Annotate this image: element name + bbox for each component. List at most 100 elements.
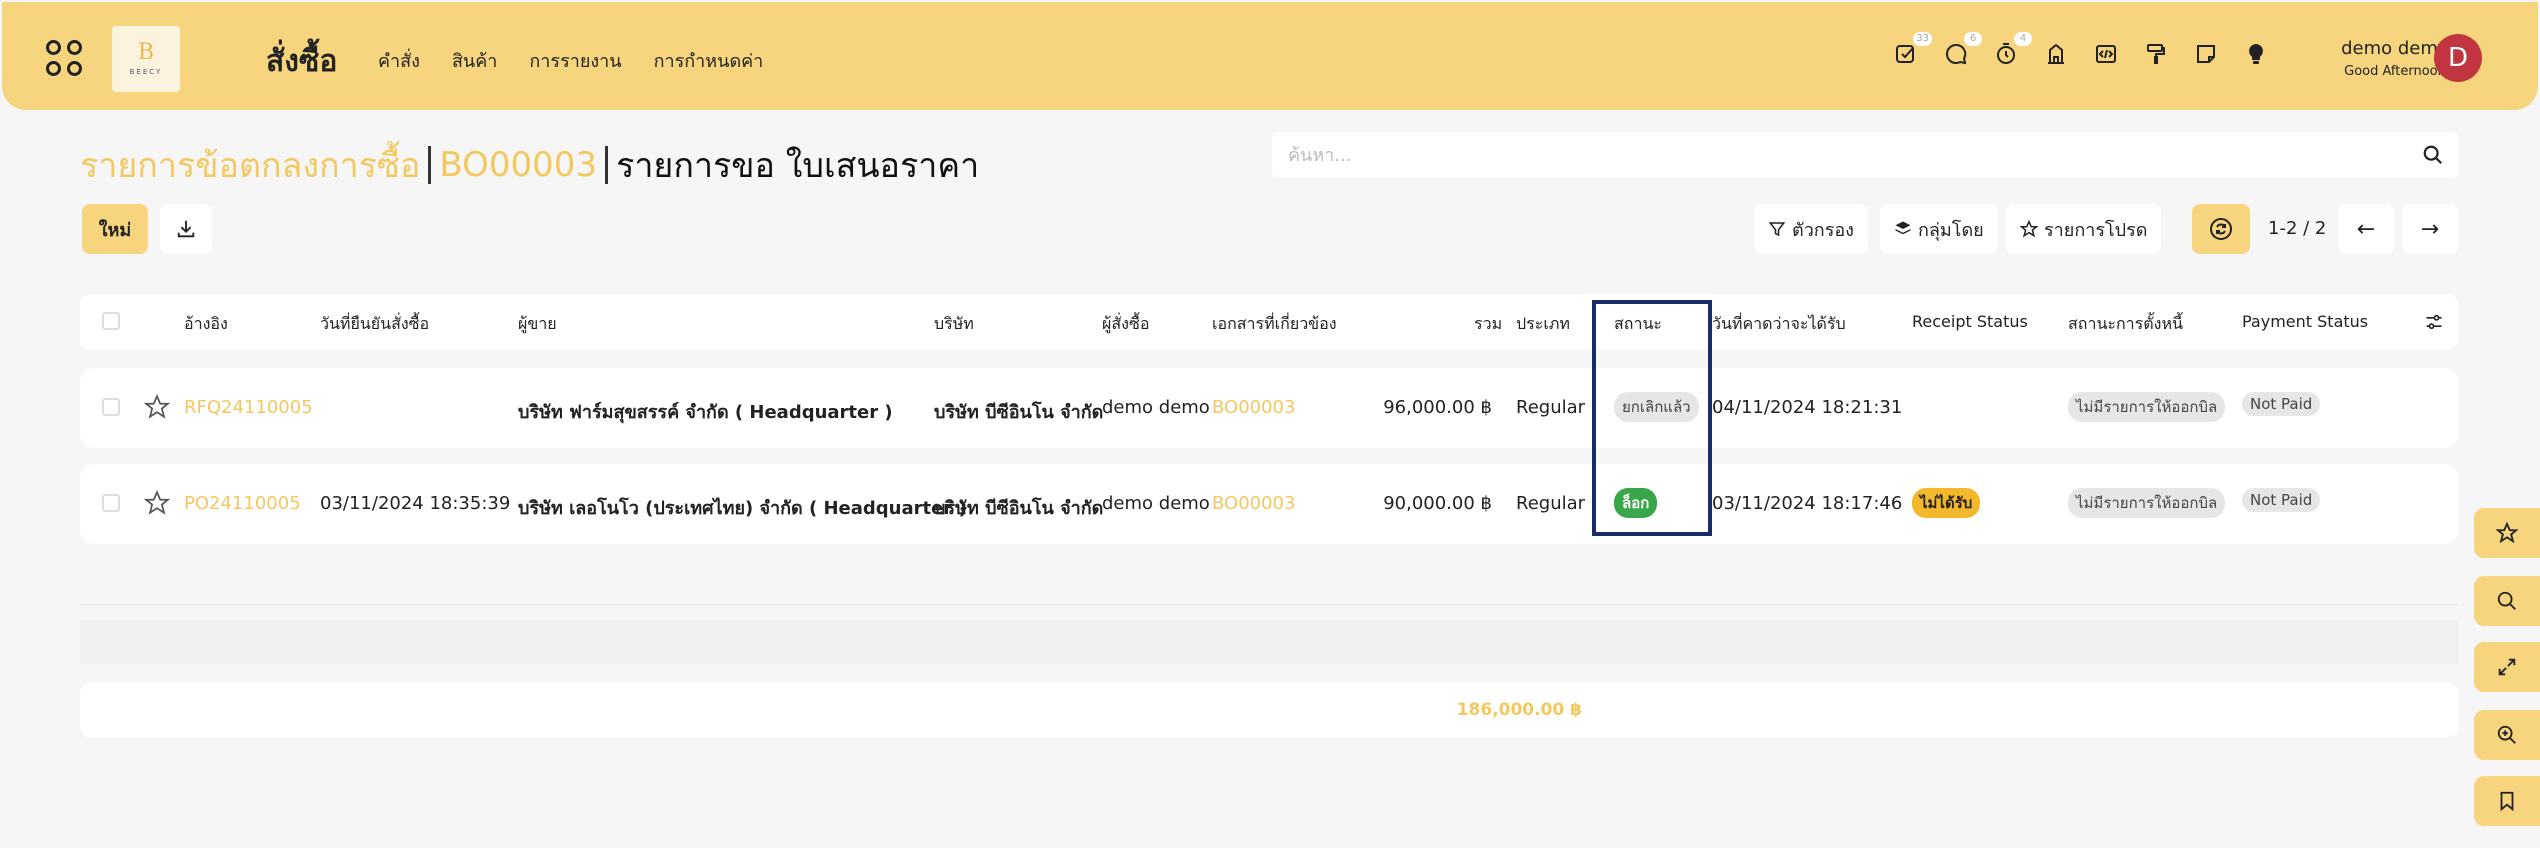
select-all-checkbox[interactable] xyxy=(102,312,120,330)
app-title[interactable]: สั่งซื้อ xyxy=(266,38,337,85)
breadcrumb-purchase-agreements[interactable]: รายการข้อตกลงการซื้อ xyxy=(80,138,420,192)
filter-button[interactable]: ตัวกรอง xyxy=(1754,204,1868,254)
paint-roller-icon[interactable] xyxy=(2144,42,2168,66)
receipt-status-badge: ไม่ได้รับ xyxy=(1912,488,1981,518)
note-icon[interactable] xyxy=(2194,42,2218,66)
cell-company: บริษัท บีซีอินโน จำกัด xyxy=(934,498,1104,519)
company-logo[interactable]: B BEECY xyxy=(112,26,180,92)
star-icon[interactable] xyxy=(144,490,170,516)
pager-next-button[interactable]: → xyxy=(2402,204,2458,254)
activity-count-badge: 33 xyxy=(1913,32,1932,46)
menu-item-reporting[interactable]: การรายงาน xyxy=(529,46,621,75)
expand-icon xyxy=(2498,658,2516,676)
building-icon[interactable] xyxy=(2044,42,2068,66)
favorites-button[interactable]: รายการโปรด xyxy=(2006,204,2162,254)
table-row[interactable]: PO24110005 03/11/2024 18:35:39 บริษัท เล… xyxy=(80,464,2458,544)
breadcrumb-agreement-ref[interactable]: BO00003 xyxy=(439,145,597,185)
column-header-reference[interactable]: อ้างอิง xyxy=(184,312,228,337)
side-favorite-button[interactable] xyxy=(2474,508,2540,558)
messages-count-badge: 6 xyxy=(1964,32,1982,46)
table-row[interactable]: RFQ24110005 บริษัท ฟาร์มสุขสรรค์ จำกัด (… xyxy=(80,368,2458,448)
filter-label: ตัวกรอง xyxy=(1792,219,1854,241)
group-by-button[interactable]: กลุ่มโดย xyxy=(1880,204,1998,254)
star-icon[interactable] xyxy=(144,394,170,420)
cell-total: 90,000.00 ฿ xyxy=(1383,493,1492,514)
top-navbar: B BEECY สั่งซื้อ คำสั่ง สินค้า การรายงาน… xyxy=(2,2,2538,110)
column-header-payment-status[interactable]: Payment Status xyxy=(2242,312,2368,331)
side-expand-button[interactable] xyxy=(2474,642,2540,692)
menu-item-products[interactable]: สินค้า xyxy=(452,46,497,75)
apps-menu-icon[interactable] xyxy=(46,40,82,76)
column-header-company[interactable]: บริษัท xyxy=(934,312,974,337)
table-header: อ้างอิง วันที่ยืนยันสั่งซื้อ ผู้ขาย บริษ… xyxy=(80,294,2458,350)
column-header-vendor[interactable]: ผู้ขาย xyxy=(518,312,557,337)
cell-source-document[interactable]: BO00003 xyxy=(1212,397,1295,418)
breadcrumb-separator xyxy=(428,146,432,184)
column-header-billing-status[interactable]: สถานะการตั้งหนี้ xyxy=(2068,312,2183,337)
column-header-buyer[interactable]: ผู้สั่งซื้อ xyxy=(1102,312,1149,337)
search-icon[interactable] xyxy=(2422,144,2444,166)
payment-status-badge: Not Paid xyxy=(2242,392,2321,416)
cell-vendor: บริษัท ฟาร์มสุขสรรค์ จำกัด ( Headquarter… xyxy=(518,402,893,423)
star-icon xyxy=(2020,220,2038,238)
cell-reference[interactable]: RFQ24110005 xyxy=(184,397,313,418)
new-button[interactable]: ใหม่ xyxy=(82,204,148,254)
column-header-total[interactable]: รวม xyxy=(1474,312,1502,337)
timer-icon[interactable]: 4 xyxy=(1994,32,2032,66)
logo-text: BEECY xyxy=(129,68,163,76)
refresh-button[interactable] xyxy=(2192,204,2250,254)
pager-value[interactable]: 1-2 / 2 xyxy=(2268,218,2326,239)
side-bookmark-button[interactable] xyxy=(2474,776,2540,826)
breadcrumb: รายการข้อตกลงการซื้อ BO00003 รายการขอ ใบ… xyxy=(80,138,979,192)
arrow-left-icon: ← xyxy=(2356,216,2376,242)
cell-confirm-date: 03/11/2024 18:35:39 xyxy=(320,493,511,514)
search-input[interactable] xyxy=(1288,132,2388,178)
download-icon xyxy=(177,220,195,238)
messages-icon[interactable]: 6 xyxy=(1944,32,1982,66)
search-bar xyxy=(1272,132,2458,178)
avatar[interactable]: D xyxy=(2434,34,2482,82)
refresh-icon xyxy=(2210,218,2232,240)
cell-vendor: บริษัท เลอโนโว (ประเทศไทย) จำกัด ( Headq… xyxy=(518,498,967,519)
column-header-confirm-date[interactable]: วันที่ยืนยันสั่งซื้อ xyxy=(320,312,429,337)
menu-item-orders[interactable]: คำสั่ง xyxy=(378,46,420,75)
lightbulb-icon[interactable] xyxy=(2244,42,2268,66)
group-by-label: กลุ่มโดย xyxy=(1918,219,1984,241)
timer-count-badge: 4 xyxy=(2014,32,2032,46)
pager-previous-button[interactable]: ← xyxy=(2338,204,2394,254)
menu-item-configuration[interactable]: การกำหนดค่า xyxy=(654,46,764,75)
favorites-label: รายการโปรด xyxy=(2044,219,2148,241)
zoom-in-icon xyxy=(2497,725,2516,744)
payment-status-badge: Not Paid xyxy=(2242,488,2321,512)
layers-icon xyxy=(1895,221,1911,235)
cell-total: 96,000.00 ฿ xyxy=(1383,397,1492,418)
cell-type: Regular xyxy=(1516,493,1586,514)
cell-company: บริษัท บีซีอินโน จำกัด xyxy=(934,402,1104,423)
cell-source-document[interactable]: BO00003 xyxy=(1212,493,1295,514)
cell-expected-date: 04/11/2024 18:21:31 xyxy=(1712,397,1903,418)
column-header-expected-date[interactable]: วันที่คาดว่าจะได้รับ xyxy=(1712,312,1846,337)
row-checkbox[interactable] xyxy=(102,494,120,512)
status-column-highlight xyxy=(1592,300,1712,536)
main-menu: คำสั่ง สินค้า การรายงาน การกำหนดค่า xyxy=(378,46,763,75)
logo-letter: B xyxy=(137,40,155,65)
column-header-receipt-status[interactable]: Receipt Status xyxy=(1912,312,2028,331)
side-search-button[interactable] xyxy=(2474,576,2540,626)
activity-icon[interactable]: 33 xyxy=(1894,32,1932,66)
billing-status-badge: ไม่มีรายการให้ออกบิล xyxy=(2068,488,2226,518)
column-header-source-document[interactable]: เอกสารที่เกี่ยวข้อง xyxy=(1212,312,1337,337)
side-zoom-button[interactable] xyxy=(2474,710,2540,760)
column-header-type[interactable]: ประเภท xyxy=(1516,312,1570,337)
search-icon xyxy=(2497,591,2516,610)
cell-buyer: demo demo xyxy=(1102,493,1210,514)
arrow-right-icon: → xyxy=(2420,216,2440,242)
optional-columns-icon[interactable] xyxy=(2424,312,2444,332)
download-button[interactable] xyxy=(160,204,212,254)
filter-icon xyxy=(1768,222,1786,237)
cell-reference[interactable]: PO24110005 xyxy=(184,493,301,514)
systray: 33 6 4 xyxy=(1894,32,2268,66)
billing-status-badge: ไม่มีรายการให้ออกบิล xyxy=(2068,392,2226,422)
row-checkbox[interactable] xyxy=(102,398,120,416)
code-icon[interactable] xyxy=(2094,42,2118,66)
cell-expected-date: 03/11/2024 18:17:46 xyxy=(1712,493,1903,514)
